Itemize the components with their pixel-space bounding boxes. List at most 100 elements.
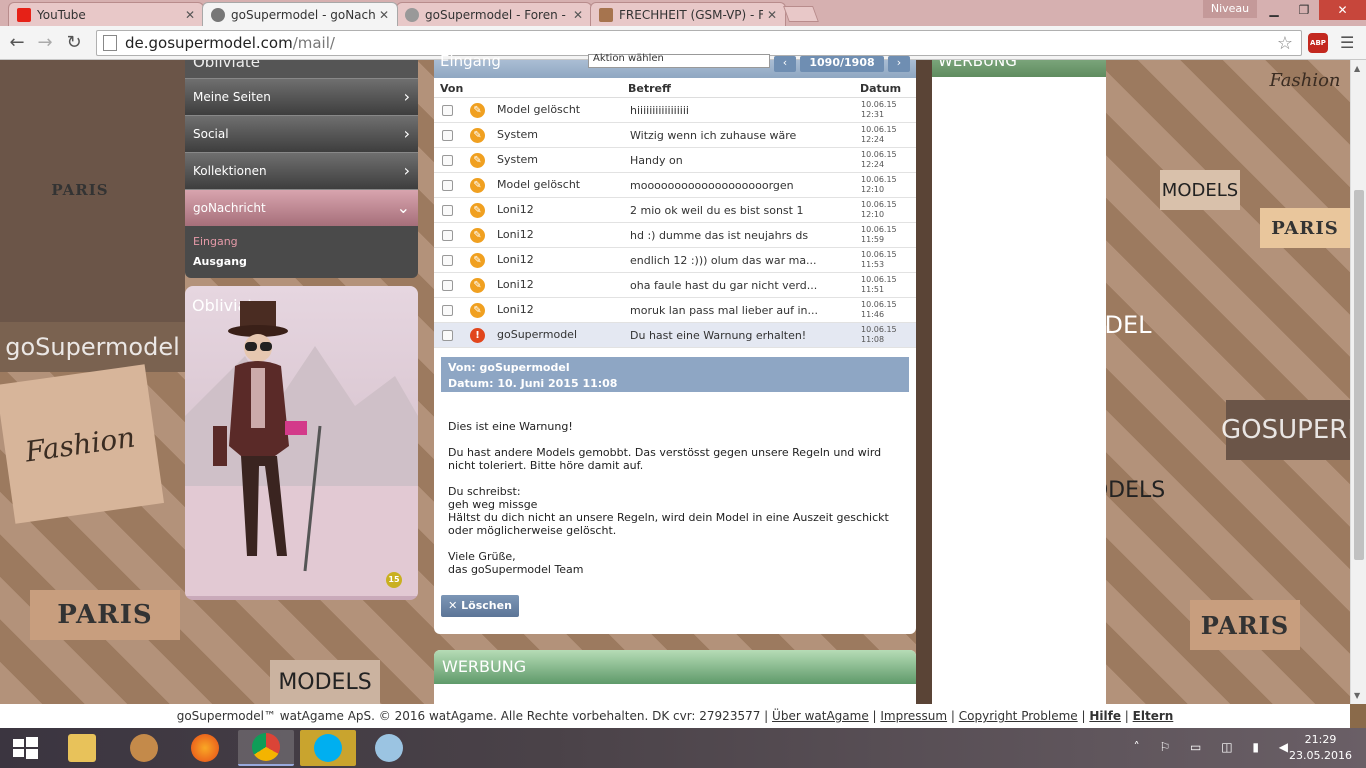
reload-icon[interactable]: ↻	[63, 32, 85, 54]
tab-frechheit[interactable]: FRECHHEIT (GSM-VP) - Fo ✕	[590, 2, 786, 26]
chrome-button[interactable]	[238, 730, 294, 766]
action-select[interactable]: Aktion wählen	[588, 54, 770, 68]
row-checkbox[interactable]	[442, 305, 453, 316]
tab-title: FRECHHEIT (GSM-VP) - Fo	[619, 7, 763, 22]
row-subject[interactable]: Du hast eine Warnung erhalten!	[630, 329, 830, 342]
clock-time: 21:29	[1304, 733, 1337, 746]
footer-link-about[interactable]: Über watAgame	[772, 709, 869, 723]
row-checkbox[interactable]	[442, 255, 453, 266]
avatar-card[interactable]: Obliviate 15	[185, 286, 418, 600]
delete-button[interactable]: ✕ Löschen	[441, 595, 519, 617]
close-tab-icon[interactable]: ✕	[767, 8, 777, 22]
submenu-eingang[interactable]: Eingang	[193, 232, 410, 252]
profile-badge[interactable]: Niveau	[1203, 0, 1257, 18]
close-tab-icon[interactable]: ✕	[185, 8, 195, 22]
file-explorer-button[interactable]	[54, 730, 110, 766]
sidebar-item-meine-seiten[interactable]: Meine Seiten ›	[185, 78, 418, 115]
row-subject[interactable]: moruk lan pass mal lieber auf in...	[630, 304, 830, 317]
footer-link-help[interactable]: Hilfe	[1089, 709, 1121, 723]
scroll-down-icon[interactable]: ▼	[1354, 691, 1360, 700]
mail-row[interactable]: ✎ Model gelöscht hiiiiiiiiiiiiiiiii 10.06.1…	[434, 98, 916, 123]
tab-gonachricht[interactable]: goSupermodel - goNachric ✕	[202, 2, 398, 26]
row-from[interactable]: System	[497, 128, 538, 141]
row-date: 10.06.15 11:08	[861, 325, 897, 345]
taskbar-clock[interactable]: 21:29 23.05.2016	[1289, 732, 1352, 764]
sidebar-item-gonachricht[interactable]: goNachricht ⌄	[185, 189, 418, 226]
row-subject[interactable]: hd :) dumme das ist neujahrs ds	[630, 229, 830, 242]
sidebar-item-kollektionen[interactable]: Kollektionen ›	[185, 152, 418, 189]
row-checkbox[interactable]	[442, 330, 453, 341]
row-from[interactable]: Loni12	[497, 253, 534, 266]
col-subject[interactable]: Betreff	[628, 82, 671, 95]
skype-button[interactable]	[300, 730, 356, 766]
back-icon[interactable]: ←	[6, 32, 28, 54]
row-subject[interactable]: hiiiiiiiiiiiiiiiii	[630, 104, 830, 117]
mail-row[interactable]: ✎ Loni12 2 mio ok weil du es bist sonst 1 1…	[434, 198, 916, 223]
new-tab-button[interactable]	[783, 6, 819, 22]
row-checkbox[interactable]	[442, 180, 453, 191]
row-subject[interactable]: 2 mio ok weil du es bist sonst 1	[630, 204, 830, 217]
row-checkbox[interactable]	[442, 105, 453, 116]
row-checkbox[interactable]	[442, 230, 453, 241]
row-subject[interactable]: oha faule hast du gar nicht verd...	[630, 279, 830, 292]
row-from[interactable]: Model gelöscht	[497, 103, 580, 116]
minimize-icon[interactable]: ▁	[1259, 0, 1289, 20]
forward-icon[interactable]: →	[34, 32, 56, 54]
row-from[interactable]: Loni12	[497, 228, 534, 241]
submenu-ausgang[interactable]: Ausgang	[193, 252, 410, 272]
ad-heading: WERBUNG	[434, 650, 916, 684]
mail-row[interactable]: ✎ Loni12 moruk lan pass mal lieber auf in.…	[434, 298, 916, 323]
firefox-button[interactable]	[177, 730, 233, 766]
mail-row[interactable]: ! goSupermodel Du hast eine Warnung erhalt…	[434, 323, 916, 348]
mail-row[interactable]: ✎ Model gelöscht mooooooooooooooooooorgen 1…	[434, 173, 916, 198]
page-scrollbar[interactable]: ▲ ▼	[1350, 60, 1366, 704]
col-date[interactable]: Datum	[860, 82, 901, 95]
close-tab-icon[interactable]: ✕	[573, 8, 583, 22]
scroll-up-icon[interactable]: ▲	[1354, 64, 1360, 73]
row-subject[interactable]: Witzig wenn ich zuhause wäre	[630, 129, 830, 142]
bookmark-star-icon[interactable]: ☆	[1277, 33, 1293, 54]
row-subject[interactable]: endlich 12 :))) olum das war ma...	[630, 254, 830, 267]
adblock-icon[interactable]: ABP	[1308, 33, 1328, 53]
mail-row[interactable]: ✎ Loni12 oha faule hast du gar nicht verd.…	[434, 273, 916, 298]
footer-link-imprint[interactable]: Impressum	[880, 709, 947, 723]
game-app-button[interactable]	[116, 730, 172, 766]
restore-icon[interactable]: ❐	[1289, 0, 1319, 20]
paint-button[interactable]	[361, 730, 417, 766]
row-checkbox[interactable]	[442, 130, 453, 141]
row-from[interactable]: Loni12	[497, 303, 534, 316]
close-tab-icon[interactable]: ✕	[379, 8, 389, 22]
mail-row[interactable]: ✎ Loni12 hd :) dumme das ist neujahrs ds 10…	[434, 223, 916, 248]
footer-link-parents[interactable]: Eltern	[1133, 709, 1174, 723]
mail-row[interactable]: ✎ System Witzig wenn ich zuhause wäre 10.06…	[434, 123, 916, 148]
row-from[interactable]: Loni12	[497, 278, 534, 291]
tab-youtube[interactable]: YouTube ✕	[8, 2, 204, 26]
system-tray[interactable]: ˄ ⚐ ▭ ◫ ▮ ◀	[1134, 740, 1296, 754]
browser-menu-icon[interactable]: ☰	[1340, 33, 1354, 52]
row-checkbox[interactable]	[442, 205, 453, 216]
sidebar-item-social[interactable]: Social ›	[185, 115, 418, 152]
message-line: das goSupermodel Team	[448, 563, 584, 576]
bg-paris-text: PARIS	[1260, 208, 1350, 248]
scrollbar-thumb[interactable]	[1354, 190, 1364, 560]
col-from[interactable]: Von	[440, 82, 463, 95]
row-from[interactable]: Loni12	[497, 203, 534, 216]
row-from[interactable]: System	[497, 153, 538, 166]
row-from[interactable]: Model gelöscht	[497, 178, 580, 191]
prev-page-button[interactable]: ‹	[774, 56, 796, 72]
tab-foren[interactable]: goSupermodel - Foren - g ✕	[396, 2, 592, 26]
row-checkbox[interactable]	[442, 155, 453, 166]
mail-row[interactable]: ✎ Loni12 endlich 12 :))) olum das war ma..…	[434, 248, 916, 273]
row-subject[interactable]: mooooooooooooooooooorgen	[630, 179, 830, 192]
address-bar[interactable]: de.gosupermodel.com/mail/ ☆	[96, 30, 1302, 56]
clock-date: 23.05.2016	[1289, 749, 1352, 762]
row-checkbox[interactable]	[442, 280, 453, 291]
message-icon: ✎	[470, 178, 485, 193]
mail-row[interactable]: ✎ System Handy on 10.06.15 12:24	[434, 148, 916, 173]
next-page-button[interactable]: ›	[888, 56, 910, 72]
row-subject[interactable]: Handy on	[630, 154, 830, 167]
footer-link-copyright[interactable]: Copyright Probleme	[959, 709, 1078, 723]
close-window-icon[interactable]: ✕	[1319, 0, 1366, 20]
row-from[interactable]: goSupermodel	[497, 328, 577, 341]
windows-start-icon[interactable]	[0, 728, 50, 768]
